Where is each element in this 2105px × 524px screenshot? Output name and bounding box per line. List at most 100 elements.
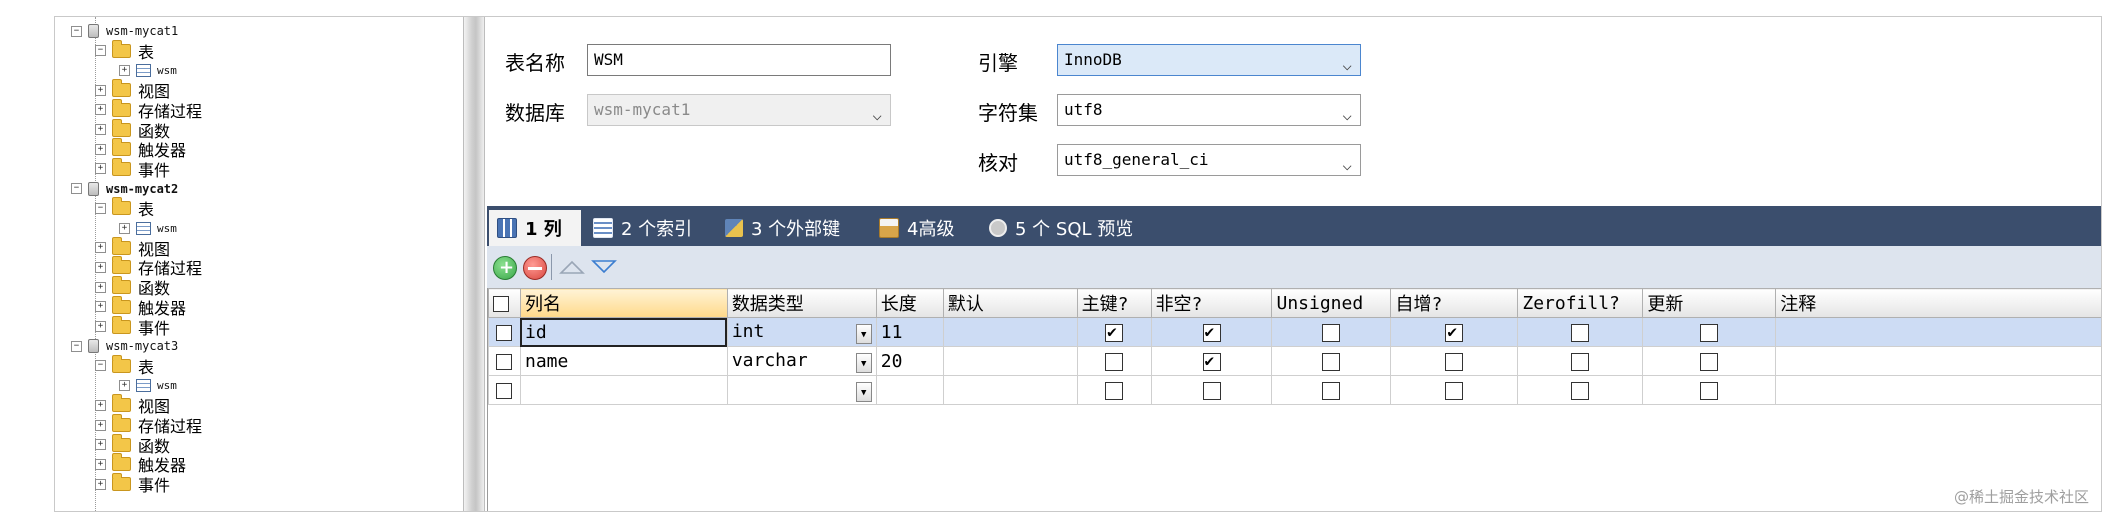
cell-not-null[interactable] — [1150, 375, 1273, 405]
checkbox[interactable] — [1322, 352, 1341, 371]
collapse-icon[interactable]: − — [95, 202, 106, 214]
column-header-not-null[interactable]: 非空? — [1150, 288, 1273, 318]
checkbox[interactable] — [1202, 381, 1221, 400]
tree-database-wsm-mycat3[interactable]: − wsm-mycat3 — [71, 336, 178, 356]
remove-column-button[interactable] — [523, 256, 547, 280]
table-row[interactable]: id ▼ int 11 — [488, 317, 2101, 347]
select-all-header[interactable] — [488, 288, 521, 318]
checkbox[interactable] — [493, 295, 509, 312]
checkbox[interactable] — [1700, 381, 1719, 400]
expand-icon[interactable]: + — [95, 458, 106, 470]
cell-primary-key[interactable] — [1076, 317, 1152, 347]
column-header-default[interactable]: 默认 — [942, 288, 1078, 318]
tab-sql-preview[interactable]: 5 个 SQL 预览 — [981, 210, 1151, 246]
cell-default[interactable] — [942, 375, 1078, 405]
checkbox[interactable] — [1322, 323, 1341, 342]
collapse-icon[interactable]: − — [71, 25, 82, 37]
checkbox[interactable] — [1105, 352, 1124, 371]
checkbox[interactable] — [1322, 381, 1341, 400]
cell-unsigned[interactable] — [1271, 375, 1392, 405]
expand-icon[interactable]: + — [95, 281, 106, 293]
column-header-auto-increment[interactable]: 自增? — [1390, 288, 1519, 318]
cell-column-name[interactable]: id — [519, 317, 728, 347]
expand-icon[interactable]: + — [95, 104, 106, 116]
column-header-primary-key[interactable]: 主键? — [1076, 288, 1152, 318]
collation-select[interactable]: utf8_general_ci ⌵ — [1057, 144, 1361, 176]
checkbox[interactable] — [1105, 322, 1124, 342]
column-header-length[interactable]: 长度 — [875, 288, 944, 318]
tree-folder-表[interactable]: − 表 — [95, 197, 154, 219]
cell-auto-increment[interactable] — [1390, 375, 1519, 405]
cell-data-type[interactable]: ▼ int — [726, 317, 877, 347]
cell-column-name[interactable]: name — [519, 346, 728, 376]
collapse-icon[interactable]: − — [71, 340, 82, 352]
cell-unsigned[interactable] — [1271, 346, 1392, 376]
tab-advanced[interactable]: 4高级 — [871, 210, 977, 246]
expand-icon[interactable]: + — [119, 380, 130, 392]
column-header-update[interactable]: 更新 — [1642, 288, 1777, 318]
checkbox[interactable] — [1571, 323, 1590, 342]
cell-length[interactable]: 20 — [875, 346, 944, 376]
column-header-zerofill[interactable]: Zerofill? — [1517, 288, 1644, 318]
tab-columns[interactable]: 1 列 — [489, 210, 581, 246]
cell-default[interactable] — [942, 317, 1078, 347]
expand-icon[interactable]: + — [95, 261, 106, 273]
table-row[interactable]: name ▼ varchar 20 — [488, 346, 2101, 376]
charset-select[interactable]: utf8 ⌵ — [1057, 94, 1361, 126]
move-up-icon[interactable] — [559, 259, 585, 275]
cell-data-type[interactable]: ▼ — [726, 375, 877, 405]
cell-zerofill[interactable] — [1517, 375, 1644, 405]
tab-indexes[interactable]: 2 个索引 — [585, 210, 713, 246]
cell-length[interactable]: 11 — [875, 317, 944, 347]
cell-comment[interactable] — [1775, 375, 2101, 405]
cell-auto-increment[interactable] — [1390, 346, 1519, 376]
checkbox[interactable] — [1700, 323, 1719, 342]
tree-database-wsm-mycat2[interactable]: − wsm-mycat2 — [71, 179, 178, 199]
cell-update[interactable] — [1642, 346, 1777, 376]
checkbox[interactable] — [1202, 351, 1221, 371]
checkbox[interactable] — [1571, 352, 1590, 371]
move-down-icon[interactable] — [591, 259, 617, 275]
collapse-icon[interactable]: − — [71, 183, 82, 195]
cell-length[interactable] — [875, 375, 944, 405]
cell-column-name[interactable] — [519, 375, 728, 405]
collapse-icon[interactable]: − — [95, 360, 106, 372]
expand-icon[interactable]: + — [95, 143, 106, 155]
checkbox[interactable] — [1445, 381, 1464, 400]
expand-icon[interactable]: + — [95, 124, 106, 135]
column-header-comment[interactable]: 注释 — [1775, 288, 2101, 318]
expand-icon[interactable]: + — [95, 419, 106, 431]
tree-folder-表[interactable]: − 表 — [95, 39, 154, 62]
cell-comment[interactable] — [1775, 346, 2101, 376]
cell-update[interactable] — [1642, 375, 1777, 405]
expand-icon[interactable]: + — [95, 301, 106, 313]
expand-icon[interactable]: + — [95, 399, 106, 411]
cell-data-type[interactable]: ▼ varchar — [726, 346, 877, 376]
tree-folder-事件[interactable]: + 事件 — [95, 315, 170, 338]
cell-zerofill[interactable] — [1517, 317, 1644, 347]
tab-foreign-keys[interactable]: 3 个外部键 — [717, 210, 867, 246]
cell-zerofill[interactable] — [1517, 346, 1644, 376]
row-selector[interactable] — [488, 317, 521, 347]
cell-not-null[interactable] — [1150, 346, 1273, 376]
collapse-icon[interactable]: − — [95, 45, 106, 57]
row-selector[interactable] — [488, 346, 521, 376]
column-header-name[interactable]: 列名 — [519, 288, 728, 318]
expand-icon[interactable]: + — [95, 163, 106, 175]
tree-folder-事件[interactable]: + 事件 — [95, 473, 170, 495]
tree-database-wsm-mycat1[interactable]: − wsm-mycat1 — [71, 21, 178, 41]
checkbox[interactable] — [1445, 322, 1464, 342]
checkbox[interactable] — [496, 324, 513, 341]
expand-icon[interactable]: + — [95, 242, 106, 254]
column-header-unsigned[interactable]: Unsigned — [1271, 288, 1392, 318]
checkbox[interactable] — [1571, 381, 1590, 400]
cell-auto-increment[interactable] — [1390, 317, 1519, 347]
engine-select[interactable]: InnoDB ⌵ — [1057, 44, 1361, 76]
dropdown-arrow-icon[interactable]: ▼ — [855, 381, 872, 402]
checkbox[interactable] — [496, 353, 513, 370]
checkbox[interactable] — [1202, 322, 1221, 342]
cell-comment[interactable] — [1775, 317, 2101, 347]
cell-update[interactable] — [1642, 317, 1777, 347]
cell-primary-key[interactable] — [1076, 346, 1152, 376]
table-row[interactable]: ▼ — [488, 375, 2101, 405]
